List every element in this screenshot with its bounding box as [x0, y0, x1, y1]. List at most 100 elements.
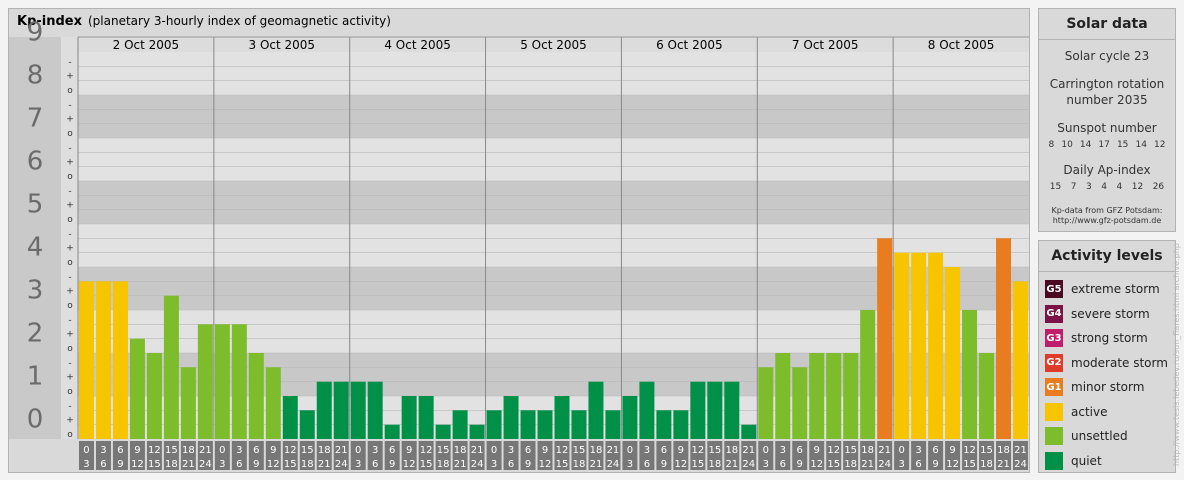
interval-start-label: 9 — [406, 445, 412, 456]
kp-bar — [367, 381, 383, 439]
watermark-text: http://www.tesis.lebedev.ru/sun_flares.h… — [1172, 243, 1181, 466]
y-minor-mark: o — [67, 129, 73, 139]
activity-level-label: strong storm — [1071, 331, 1148, 345]
y-tick-label: 6 — [27, 147, 44, 177]
interval-start-label: 12 — [691, 445, 704, 456]
ap-value-6: 26 — [1152, 182, 1165, 192]
interval-start-label: 0 — [355, 445, 361, 456]
activity-levels-panel: Activity levels G5 extreme storm G4 severe … — [1038, 240, 1176, 473]
interval-start-label: 12 — [284, 445, 297, 456]
kp-bar — [928, 252, 944, 439]
activity-level-swatch: G1 — [1045, 378, 1063, 396]
interval-end-label: 15 — [284, 459, 297, 470]
sunspot-values: 8 10 14 17 15 14 12 — [1039, 140, 1175, 150]
interval-end-label: 18 — [980, 459, 993, 470]
activity-level-moderate-storm: G2 moderate storm — [1045, 353, 1168, 373]
kp-bar — [843, 353, 859, 439]
interval-end-label: 24 — [471, 459, 484, 470]
interval-start-label: 18 — [590, 445, 603, 456]
interval-end-label: 15 — [556, 459, 569, 470]
interval-end-label: 6 — [780, 459, 786, 470]
interval-start-label: 15 — [437, 445, 450, 456]
interval-end-label: 24 — [199, 459, 212, 470]
kp-bar — [503, 396, 519, 439]
y-minor-mark: - — [68, 401, 71, 411]
kp-bar — [435, 424, 451, 439]
credit-text-2: http://www.gfz-potsdam.de — [1052, 216, 1162, 225]
kp-bar — [333, 381, 349, 439]
interval-start-label: 0 — [491, 445, 497, 456]
interval-end-label: 3 — [898, 459, 904, 470]
ap-value-5: 12 — [1131, 182, 1144, 192]
y-tick-label: 0 — [27, 405, 44, 435]
carrington-text-1: Carrington rotation — [1049, 77, 1165, 91]
kp-band-6 — [78, 138, 1029, 181]
day-label: 7 Oct 2005 — [792, 38, 859, 52]
y-minor-mark: o — [67, 344, 73, 354]
interval-end-label: 15 — [148, 459, 161, 470]
y-minor-mark: + — [66, 373, 74, 383]
interval-end-label: 3 — [763, 459, 769, 470]
interval-end-label: 6 — [508, 459, 514, 470]
activity-level-swatch: G5 — [1045, 280, 1063, 298]
interval-end-label: 12 — [810, 459, 823, 470]
interval-start-label: 15 — [980, 445, 993, 456]
interval-end-label: 9 — [525, 459, 531, 470]
y-tick-label: 7 — [27, 104, 44, 134]
solar-data-title: Solar data — [1039, 9, 1175, 40]
interval-end-label: 12 — [539, 459, 552, 470]
y-minor-mark: - — [68, 186, 71, 196]
activity-level-extreme-storm: G5 extreme storm — [1045, 279, 1160, 299]
kp-bar — [690, 381, 706, 439]
interval-end-label: 21 — [454, 459, 467, 470]
solar-data-panel: Solar data Solar cycle 23 Carrington rot… — [1038, 8, 1176, 232]
y-minor-mark: + — [66, 115, 74, 125]
interval-start-label: 0 — [219, 445, 225, 456]
interval-end-label: 9 — [389, 459, 395, 470]
y-minor-mark: o — [67, 301, 73, 311]
interval-end-label: 12 — [674, 459, 687, 470]
y-tick-label: 3 — [27, 276, 44, 306]
y-minor-mark: o — [67, 430, 73, 440]
interval-start-label: 21 — [742, 445, 755, 456]
interval-end-label: 18 — [437, 459, 450, 470]
interval-start-label: 0 — [83, 445, 89, 456]
kp-bar — [129, 338, 145, 439]
y-minor-mark: - — [68, 143, 71, 153]
interval-end-label: 21 — [997, 459, 1010, 470]
activity-level-swatch: G3 — [1045, 329, 1063, 347]
interval-end-label: 21 — [182, 459, 195, 470]
interval-end-label: 18 — [844, 459, 857, 470]
kp-bar — [1013, 281, 1028, 439]
ap-value-3: 4 — [1101, 182, 1107, 192]
y-tick-label: 9 — [27, 18, 44, 48]
interval-start-label: 15 — [708, 445, 721, 456]
interval-start-label: 6 — [932, 445, 938, 456]
interval-start-label: 3 — [236, 445, 242, 456]
kp-bar — [860, 310, 876, 439]
ap-values: 15 7 3 4 4 12 26 — [1039, 182, 1175, 192]
kp-bar — [741, 424, 757, 439]
interval-start-label: 3 — [100, 445, 106, 456]
kp-bar — [214, 324, 230, 439]
y-minor-mark: - — [68, 229, 71, 239]
interval-start-label: 12 — [148, 445, 161, 456]
sunspot-value-4: 15 — [1116, 140, 1129, 150]
activity-level-severe-storm: G4 severe storm — [1045, 304, 1150, 324]
interval-end-label: 18 — [301, 459, 314, 470]
y-tick-label: 2 — [27, 319, 44, 349]
kp-bar — [384, 424, 400, 439]
kp-bar — [945, 267, 961, 439]
kp-bar — [656, 410, 672, 439]
ap-value-2: 3 — [1085, 182, 1092, 192]
kp-bar — [282, 396, 298, 439]
kp-bar — [520, 410, 536, 439]
interval-end-label: 9 — [661, 459, 667, 470]
kp-bar — [673, 410, 689, 439]
interval-end-label: 6 — [236, 459, 242, 470]
ap-value-4: 4 — [1116, 182, 1123, 192]
interval-end-label: 6 — [915, 459, 921, 470]
y-minor-mark: o — [67, 258, 73, 268]
activity-level-label: unsettled — [1071, 429, 1128, 443]
interval-start-label: 6 — [117, 445, 123, 456]
